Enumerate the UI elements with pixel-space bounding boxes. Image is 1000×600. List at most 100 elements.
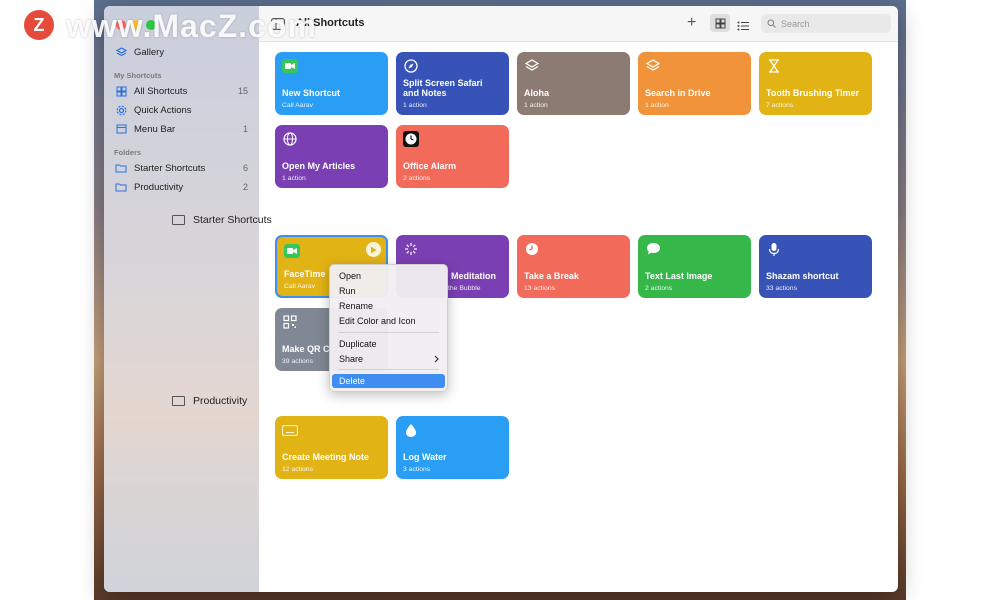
sidebar-item-label: Starter Shortcuts	[134, 162, 206, 174]
sidebar-item-productivity[interactable]: Productivity 2	[114, 179, 254, 195]
tile-name: Take a Break	[524, 271, 579, 281]
folder-icon	[172, 396, 185, 406]
tile-name: Aloha	[524, 88, 550, 98]
tile-name: Meditation	[451, 271, 496, 281]
sidebar-item-gallery[interactable]: Gallery	[114, 44, 254, 60]
search-icon	[767, 19, 776, 28]
watermark-text: www.MacZ.com	[66, 8, 317, 44]
gear-icon	[114, 104, 128, 116]
menu-item-open[interactable]: Open	[332, 269, 445, 283]
tile-subtitle: 1 action	[403, 102, 427, 109]
context-menu: Open Run Rename Edit Color and Icon Dupl…	[329, 264, 448, 392]
menu-item-run[interactable]: Run	[332, 284, 445, 298]
shortcut-tile-shazam-shortcut[interactable]: Shazam shortcut 33 actions	[759, 235, 872, 298]
sidebar-item-count: 2	[242, 182, 248, 192]
tile-name: Create Meeting Note	[282, 452, 370, 462]
tile-name: Open My Articles	[282, 161, 356, 171]
tile-subtitle: 39 actions	[282, 358, 313, 365]
menu-item-edit-color-and-icon[interactable]: Edit Color and Icon	[332, 314, 445, 328]
keyboard-icon	[282, 422, 298, 438]
sidebar-item-label: Gallery	[134, 46, 165, 58]
menu-item-label: Share	[339, 354, 364, 364]
menu-item-delete[interactable]: Delete	[332, 374, 445, 388]
layers-icon	[645, 58, 661, 74]
shortcut-tile-aloha[interactable]: Aloha 1 action	[517, 52, 630, 115]
shortcut-tile-text-last-image[interactable]: Text Last Image 2 actions	[638, 235, 751, 298]
tile-name: Tooth Brushing Timer	[766, 88, 860, 98]
sparkle-icon	[403, 241, 419, 257]
sidebar-item-all-shortcuts[interactable]: All Shortcuts 15	[114, 83, 254, 99]
search-placeholder: Search	[781, 18, 810, 29]
shortcut-tile-new-shortcut[interactable]: New Shortcut Call Aarav	[275, 52, 388, 115]
menu-item-duplicate[interactable]: Duplicate	[332, 337, 445, 351]
run-button[interactable]	[366, 242, 381, 257]
tile-name: Text Last Image	[645, 271, 713, 281]
tile-name: New Shortcut	[282, 88, 341, 98]
shortcut-tile-open-my-articles[interactable]: Open My Articles 1 action	[275, 125, 388, 188]
watermark-logo: Z	[24, 10, 54, 40]
tile-subtitle: 13 actions	[524, 285, 555, 292]
sidebar-item-quick-actions[interactable]: Quick Actions	[114, 102, 254, 118]
grid-view-icon[interactable]	[710, 14, 730, 32]
sidebar-item-count: 1	[242, 124, 248, 134]
tile-subtitle: Call Aarav	[282, 102, 313, 109]
microphone-icon	[766, 241, 782, 257]
sidebar-item-label: All Shortcuts	[134, 85, 188, 97]
shortcut-tile-log-water[interactable]: Log Water 3 actions	[396, 416, 509, 479]
section-header-productivity: Productivity	[172, 395, 247, 407]
folder-icon	[114, 181, 128, 193]
layers-icon	[524, 58, 540, 74]
folder-icon	[172, 215, 185, 225]
tile-name: Split Screen Safari and Notes	[403, 78, 483, 98]
tile-subtitle: 3 actions	[403, 466, 431, 473]
shortcut-tile-search-in-drive[interactable]: Search in Drive 1 action	[638, 52, 751, 115]
sidebar-section-header: Folders	[114, 148, 142, 157]
tile-name: Log Water	[403, 452, 447, 462]
menubar-icon	[114, 123, 128, 135]
tile-name: Office Alarm	[403, 161, 457, 171]
shortcut-tile-office-alarm[interactable]: Office Alarm 2 actions	[396, 125, 509, 188]
tile-subtitle: 33 actions	[766, 285, 797, 292]
sidebar-section-header: My Shortcuts	[114, 71, 162, 80]
tile-subtitle: 1 action	[524, 102, 548, 109]
clock-icon	[403, 131, 419, 147]
sidebar-item-menu-bar[interactable]: Menu Bar 1	[114, 121, 254, 137]
tile-name: Shazam shortcut	[766, 271, 839, 281]
tile-subtitle: 2 actions	[403, 175, 431, 182]
section-title: Starter Shortcuts	[193, 214, 272, 226]
menu-item-rename[interactable]: Rename	[332, 299, 445, 313]
gallery-icon	[114, 46, 128, 58]
menu-separator	[338, 369, 439, 370]
tile-name: Make QR C	[282, 344, 330, 354]
clock-icon	[524, 241, 540, 257]
tile-subtitle: the Bubble	[448, 285, 481, 292]
tile-subtitle: 2 actions	[645, 285, 673, 292]
add-shortcut-button[interactable]: +	[687, 15, 696, 31]
facetime-icon	[282, 58, 298, 74]
sidebar-item-label: Productivity	[134, 181, 184, 193]
chevron-right-icon	[434, 355, 439, 365]
tile-subtitle: 7 actions	[766, 102, 794, 109]
tile-subtitle: 1 action	[282, 175, 306, 182]
sidebar-item-label: Menu Bar	[134, 123, 176, 135]
shortcut-tile-split-screen[interactable]: Split Screen Safari and Notes 1 action	[396, 52, 509, 115]
search-input[interactable]: Search	[761, 14, 891, 33]
menu-separator	[338, 332, 439, 333]
section-title: Productivity	[193, 395, 248, 407]
sidebar-item-count: 6	[242, 163, 248, 173]
menu-item-share[interactable]: Share	[332, 352, 445, 366]
sidebar-item-starter-shortcuts[interactable]: Starter Shortcuts 6	[114, 160, 254, 176]
list-view-icon[interactable]	[737, 18, 749, 36]
tile-subtitle: Call Aarav	[284, 283, 315, 290]
shortcut-tile-take-a-break[interactable]: Take a Break 13 actions	[517, 235, 630, 298]
shortcut-tile-tooth-brushing-timer[interactable]: Tooth Brushing Timer 7 actions	[759, 52, 872, 115]
qr-icon	[282, 314, 298, 330]
sidebar-item-count: 15	[237, 86, 248, 96]
shortcut-tile-create-meeting-note[interactable]: Create Meeting Note 12 actions	[275, 416, 388, 479]
sidebar-item-label: Quick Actions	[134, 104, 192, 116]
grid-icon	[114, 85, 128, 97]
hourglass-icon	[766, 58, 782, 74]
sidebar: Gallery My Shortcuts All Shortcuts 15 Qu…	[104, 6, 259, 592]
tile-name: Search in Drive	[645, 88, 711, 98]
message-icon	[645, 241, 661, 257]
